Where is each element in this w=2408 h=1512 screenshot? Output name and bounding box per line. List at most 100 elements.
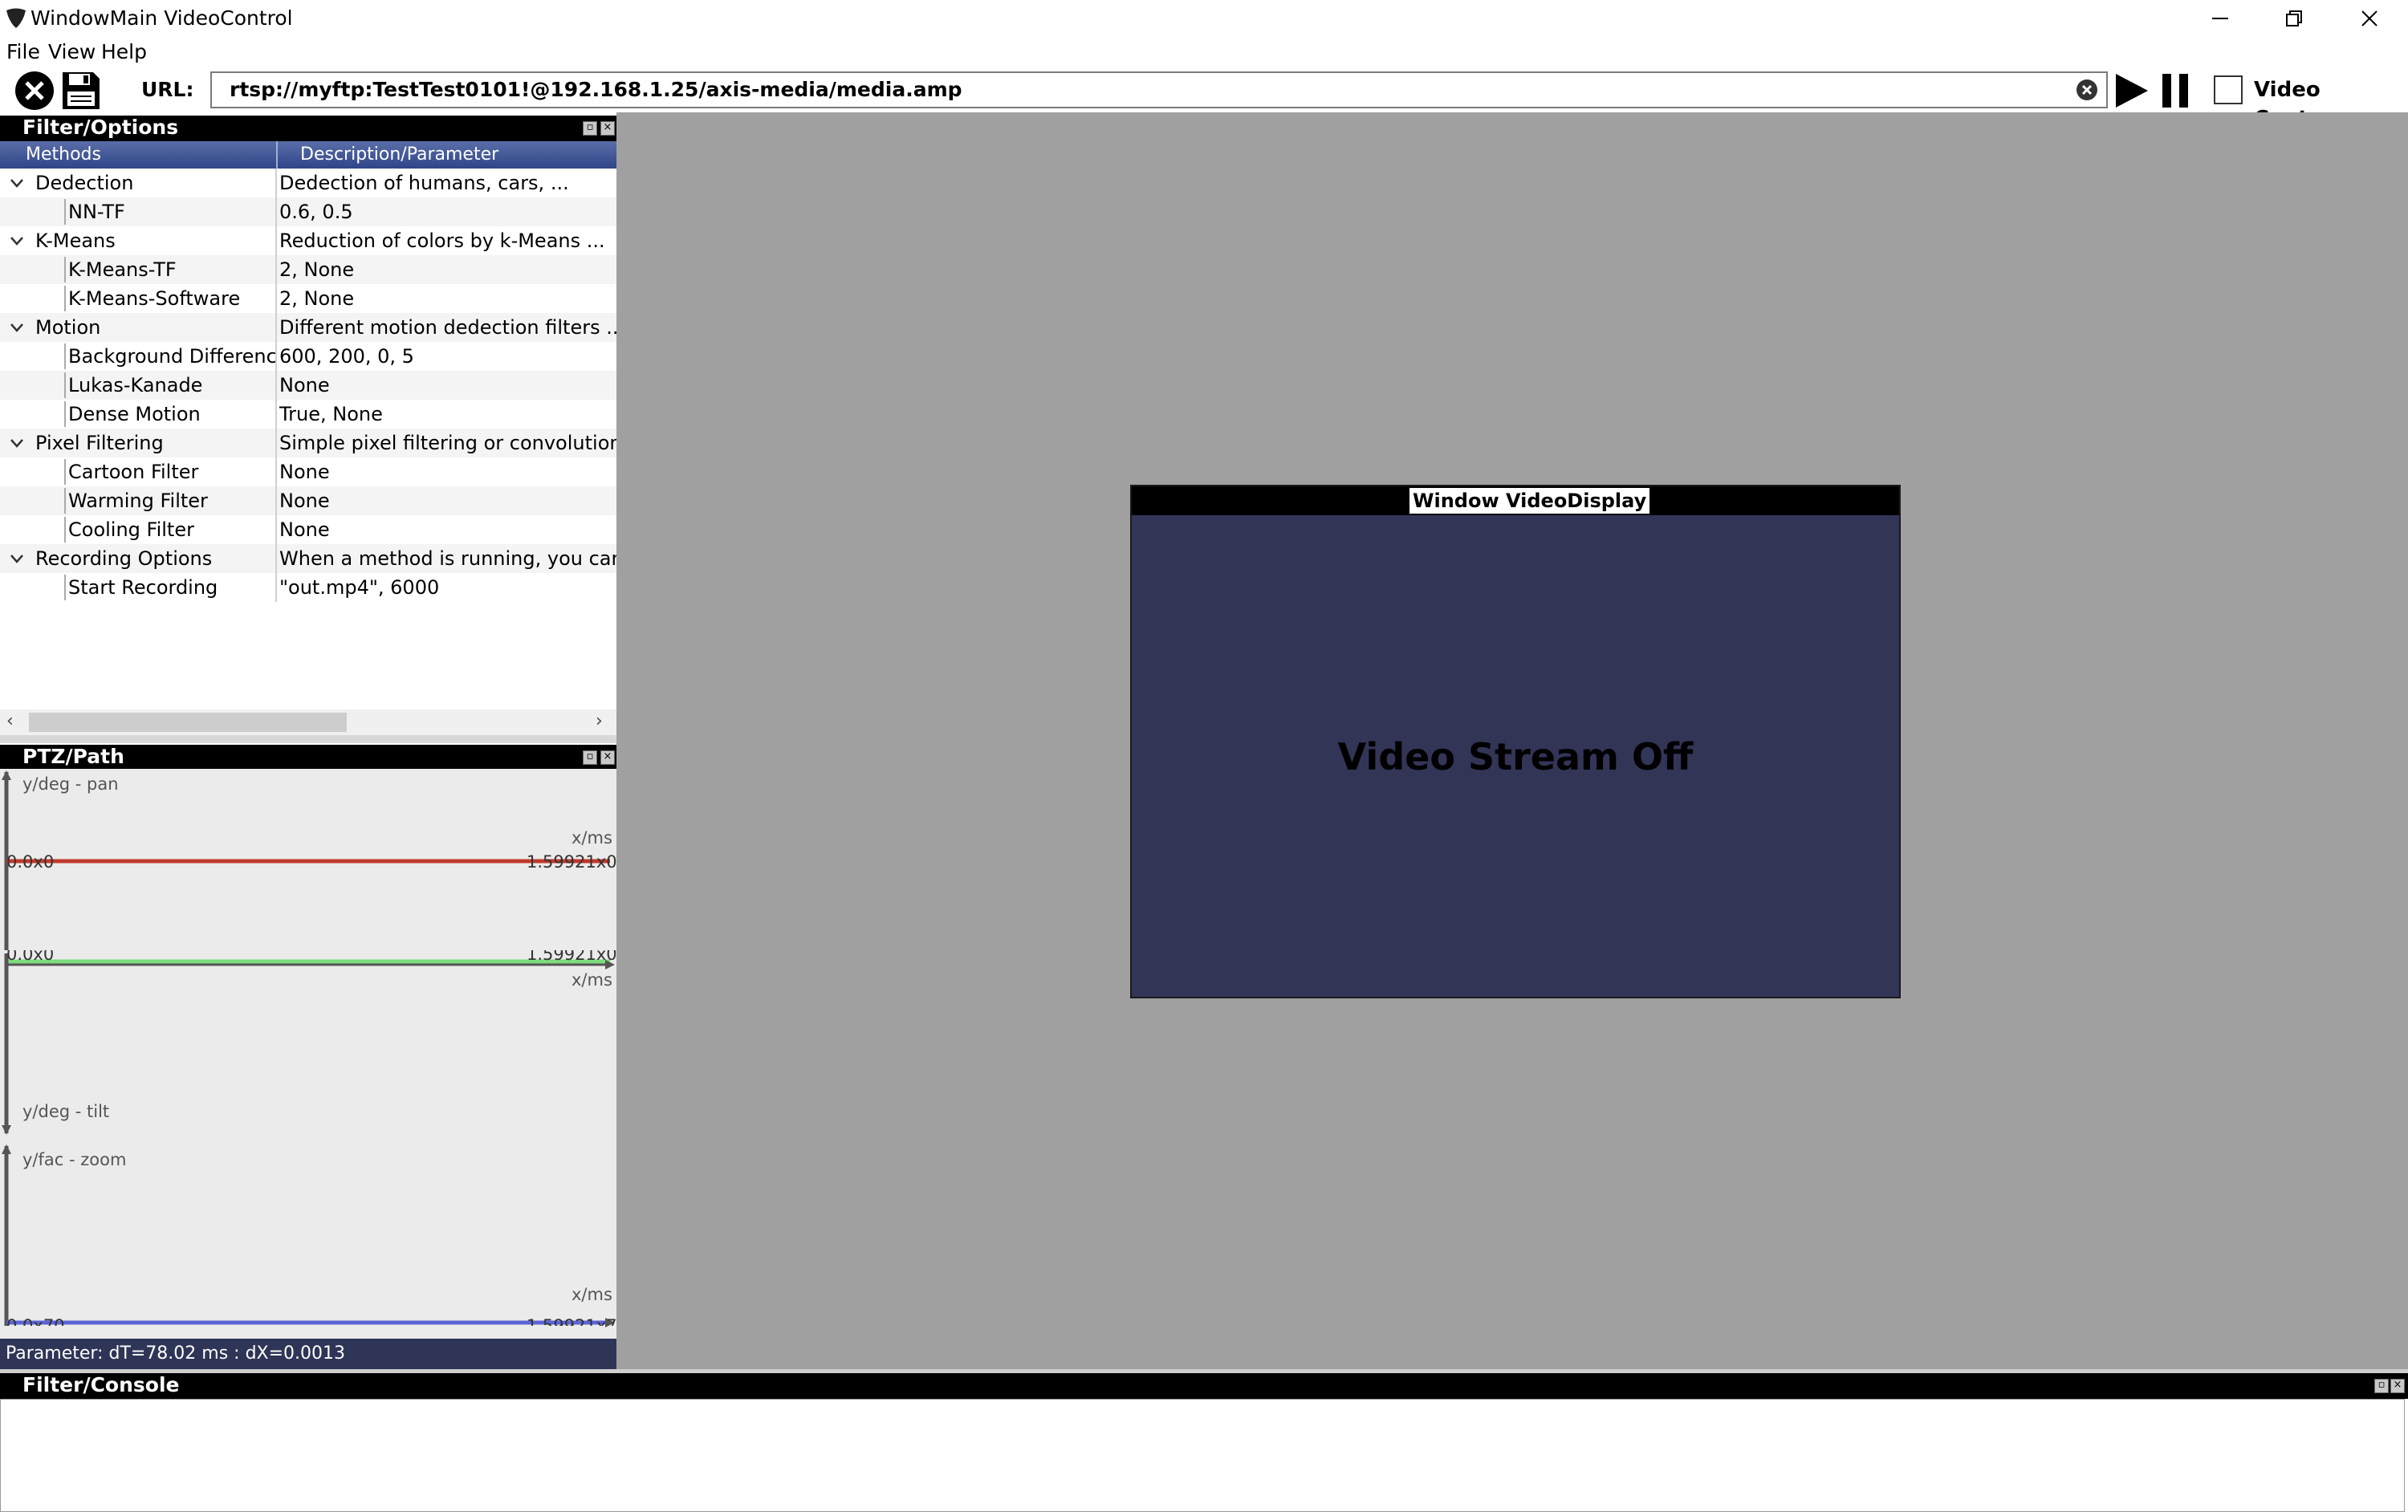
column-divider[interactable] <box>276 141 278 169</box>
menu-file[interactable]: File <box>6 39 40 66</box>
minimize-button[interactable] <box>2183 0 2257 37</box>
tree-item-row[interactable]: Dense Motion True, None <box>0 400 616 429</box>
method-parameter: 2, None <box>279 287 355 310</box>
menu-bar <box>0 37 2408 67</box>
tree-group-row[interactable]: Motion Different motion dedection filters… <box>0 313 616 342</box>
tree-item-row[interactable]: K-Means-Software 2, None <box>0 284 616 313</box>
column-description[interactable]: Description/Parameter <box>300 141 498 169</box>
method-name: K-Means <box>35 230 116 252</box>
tree-item-row[interactable]: Cartoon Filter None <box>0 457 616 486</box>
tree-item-row[interactable]: K-Means-TF 2, None <box>0 255 616 284</box>
url-label: URL: <box>141 78 194 101</box>
tree-indent-line <box>64 488 66 514</box>
method-name: Dense Motion <box>68 403 201 425</box>
tree-item-row[interactable]: Background Differences600, 200, 0, 5 <box>0 342 616 371</box>
save-icon[interactable] <box>61 71 101 111</box>
chevron-down-icon[interactable] <box>8 429 26 457</box>
tree-indent-line <box>64 517 66 543</box>
menu-help[interactable]: Help <box>101 39 147 66</box>
filter-options-title: Filter/Options <box>22 116 179 139</box>
method-name: Cooling Filter <box>68 518 194 541</box>
method-name: Background Differences <box>68 345 275 368</box>
column-separator <box>275 515 277 544</box>
pan-end-label: 1.59921x0 <box>527 852 617 872</box>
column-separator <box>275 255 277 284</box>
pan-y-label: y/deg - pan <box>22 774 119 794</box>
zoom-y-label: y/fac - zoom <box>22 1150 127 1169</box>
close-console-button[interactable]: × <box>2390 1379 2405 1393</box>
method-name: K-Means-TF <box>68 258 177 281</box>
tree-item-row[interactable]: NN-TF 0.6, 0.5 <box>0 197 616 226</box>
tree-indent-line <box>64 459 66 485</box>
console-output[interactable] <box>0 1399 2405 1512</box>
parameter-status-bar: Parameter: dT=78.02 ms : dX=0.0013 <box>0 1339 616 1369</box>
video-window-title: Window VideoDisplay <box>1409 488 1650 514</box>
zoom-y-arrow <box>2 1144 11 1154</box>
tree-item-row[interactable]: Warming Filter None <box>0 486 616 515</box>
scroll-right-icon[interactable]: › <box>596 711 603 731</box>
close-panel-button[interactable]: × <box>600 121 615 136</box>
method-parameter: True, None <box>279 403 383 425</box>
close-icon <box>2361 10 2377 26</box>
tree-item-row[interactable]: Start Recording "out.mp4", 6000 <box>0 573 616 602</box>
method-parameter: 600, 200, 0, 5 <box>279 345 414 368</box>
method-parameter: None <box>279 490 330 512</box>
menu-view[interactable]: View <box>48 39 96 66</box>
chevron-down-icon[interactable] <box>8 544 26 573</box>
column-separator <box>275 284 277 313</box>
tree-indent-line <box>64 257 66 282</box>
float-panel-button[interactable]: ▫ <box>583 121 597 136</box>
tree-group-row[interactable]: Recording Options When a method is runnin… <box>0 544 616 573</box>
tilt-y-label: y/deg - tilt <box>22 1102 110 1121</box>
column-separator <box>275 573 277 602</box>
chevron-down-icon[interactable] <box>8 226 26 255</box>
column-separator <box>275 400 277 429</box>
chevron-down-icon[interactable] <box>8 169 26 197</box>
pan-x-label: x/ms <box>571 828 612 847</box>
pause-icon[interactable] <box>2159 71 2191 111</box>
zoom-start-label: 0.0x70 <box>6 1316 65 1326</box>
method-parameter: Different motion dedection filters ... <box>279 316 616 339</box>
column-separator <box>275 429 277 457</box>
ptz-path-title: PTZ/Path <box>22 745 124 768</box>
tilt-start-label: 0.0x0 <box>6 950 55 961</box>
method-name: K-Means-Software <box>68 287 241 310</box>
tree-item-row[interactable]: Cooling Filter None <box>0 515 616 544</box>
play-icon[interactable] <box>2113 71 2150 111</box>
method-parameter: 0.6, 0.5 <box>279 201 353 223</box>
column-separator <box>275 226 277 255</box>
stop-circle-x-icon[interactable] <box>14 71 55 111</box>
window-title: WindowMain VideoControl <box>31 6 293 30</box>
column-methods[interactable]: Methods <box>26 141 101 169</box>
float-console-button[interactable]: ▫ <box>2374 1379 2389 1393</box>
restore-icon <box>2286 10 2302 26</box>
tree-item-row[interactable]: Lukas-Kanade None <box>0 371 616 400</box>
scrollbar-thumb[interactable] <box>29 713 347 732</box>
tree-group-row[interactable]: K-Means Reduction of colors by k-Means ..… <box>0 226 616 255</box>
float-ptz-button[interactable]: ▫ <box>583 750 597 765</box>
tree-indent-line <box>64 343 66 369</box>
column-separator <box>275 169 277 197</box>
clear-url-icon[interactable] <box>2076 79 2098 101</box>
method-parameter: None <box>279 461 330 483</box>
method-parameter: None <box>279 374 330 396</box>
panel-splitter[interactable] <box>0 735 616 743</box>
zoom-x-label: x/ms <box>571 1285 612 1304</box>
tree-group-row[interactable]: Dedection Dedection of humans, cars, ... <box>0 169 616 197</box>
scroll-left-icon[interactable]: ‹ <box>6 711 14 731</box>
tree-group-row[interactable]: Pixel Filtering Simple pixel filtering or… <box>0 429 616 457</box>
column-separator <box>275 457 277 486</box>
column-separator <box>275 486 277 515</box>
tilt-end-label: 1.59921x0 <box>527 950 617 961</box>
app-shield-icon <box>6 8 26 28</box>
filter-console-title: Filter/Console <box>22 1373 180 1396</box>
chevron-down-icon[interactable] <box>8 313 26 342</box>
grid-header: Methods Description/Parameter <box>0 141 616 169</box>
method-name: Cartoon Filter <box>68 461 199 483</box>
column-separator <box>275 197 277 226</box>
restore-button[interactable] <box>2257 0 2331 37</box>
url-input-value: rtsp://myftp:TestTest0101!@192.168.1.25/… <box>230 78 962 101</box>
close-ptz-button[interactable]: × <box>600 750 615 765</box>
video-capture-checkbox[interactable] <box>2214 75 2243 104</box>
close-window-button[interactable] <box>2333 0 2406 37</box>
